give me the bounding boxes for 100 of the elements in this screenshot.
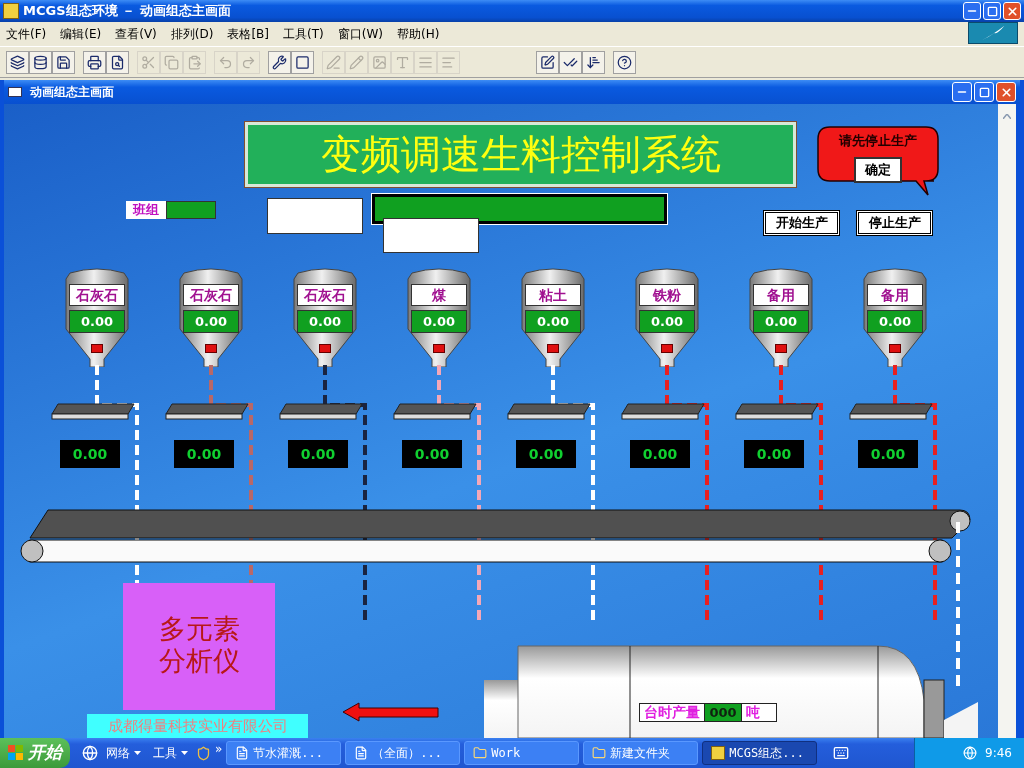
minimize-button[interactable] (952, 82, 972, 102)
toolbar-button[interactable] (559, 50, 582, 74)
list-icon (441, 54, 456, 70)
weight-display: 0.00 (174, 440, 234, 468)
app-icon (3, 3, 19, 19)
folder-icon (592, 746, 607, 760)
feed-rate-display: 0.00 (867, 310, 923, 333)
weight-display: 0.00 (288, 440, 348, 468)
toolbar-button[interactable] (613, 50, 636, 74)
app-icon (711, 746, 726, 760)
feed-rate-display: 0.00 (69, 310, 125, 333)
undo-icon (218, 54, 233, 70)
indicator-light (205, 344, 217, 353)
taskbar-button[interactable]: 新建文件夹 (583, 741, 699, 765)
scrollbar[interactable] (998, 104, 1016, 738)
toolbar-button[interactable] (291, 50, 314, 74)
team-label: 班组 (126, 201, 166, 219)
analyzer-label: 分析仪 (158, 645, 240, 677)
close-icon (1005, 4, 1019, 18)
material-label: 铁粉 (639, 284, 695, 306)
menu-item[interactable]: 工具(T) (283, 25, 324, 43)
indicator-light (433, 344, 445, 353)
menu-item[interactable]: 帮助(H) (396, 25, 440, 43)
indicator-light (775, 344, 787, 353)
weight-display: 0.00 (402, 440, 462, 468)
keyboard-icon[interactable] (833, 745, 850, 761)
production-button[interactable]: 开始生产 (763, 210, 840, 236)
feed-rate-display: 0.00 (639, 310, 695, 333)
weight-display: 0.00 (516, 440, 576, 468)
tools-icon (272, 54, 287, 70)
material-label: 石灰石 (69, 284, 125, 306)
menu-item[interactable]: 表格[B] (227, 25, 269, 43)
document-icon (354, 746, 369, 760)
close-button[interactable] (996, 82, 1016, 102)
close-button[interactable] (1003, 2, 1021, 20)
taskbar-button[interactable]: 节水灌溉... (226, 741, 342, 765)
material-label: 备用 (753, 284, 809, 306)
lines-icon (418, 54, 433, 70)
window-title: MCGS组态环境 － 动画组态主画面 (23, 2, 231, 21)
indicator-light (319, 344, 331, 353)
document-icon (235, 746, 250, 760)
weight-display: 0.00 (744, 440, 804, 468)
database-icon (33, 54, 48, 70)
sort-icon (586, 54, 601, 70)
feed-rate-display: 0.00 (753, 310, 809, 333)
indicator-light (547, 344, 559, 353)
menu-item[interactable]: 窗口(W) (337, 25, 383, 43)
maximize-button[interactable] (974, 82, 994, 102)
toolbar-button[interactable] (106, 50, 129, 74)
toolbar-button[interactable] (6, 50, 29, 74)
maximize-icon (978, 86, 990, 98)
browser-icon[interactable] (82, 745, 98, 761)
shield-icon[interactable] (196, 745, 211, 761)
folder-icon (473, 746, 488, 760)
minimize-button[interactable] (963, 2, 981, 20)
taskbar-button[interactable]: Work (464, 741, 580, 765)
maximize-button[interactable] (983, 2, 1001, 20)
preview-icon (110, 54, 125, 70)
more-chevron[interactable]: » (215, 740, 223, 758)
feed-rate-display: 0.00 (411, 310, 467, 333)
properties-icon (540, 54, 555, 70)
output-unit: 吨 (745, 704, 761, 721)
material-label: 石灰石 (297, 284, 353, 306)
toolbar-button[interactable] (52, 50, 75, 74)
menu-item[interactable]: 文件(F) (6, 25, 47, 43)
paste-icon (187, 54, 202, 70)
company-name: 成都得量科技实业有限公司 (87, 714, 308, 738)
menu-item[interactable]: 查看(V) (115, 25, 157, 43)
child-window-title: 动画组态主画面 (30, 84, 114, 101)
toolbar-button[interactable] (582, 50, 605, 74)
taskbar-button[interactable]: MCGS组态... (702, 741, 818, 765)
toolbar-button[interactable] (268, 50, 291, 74)
material-label: 备用 (867, 284, 923, 306)
menu-item[interactable]: 编辑(E) (60, 25, 102, 43)
logo-icon (968, 22, 1018, 44)
indicator-light (661, 344, 673, 353)
toolbar-menu[interactable]: 工具 (149, 744, 192, 762)
feed-rate-display: 0.00 (297, 310, 353, 333)
toolbar-menu[interactable]: 网络 (102, 744, 145, 762)
weight-display: 0.00 (858, 440, 918, 468)
toolbar-button[interactable] (536, 50, 559, 74)
cut-icon (141, 54, 156, 70)
analyzer-label: 多元素 (158, 613, 240, 645)
confirm-button[interactable]: 确定 (854, 157, 902, 183)
copy-icon (164, 54, 179, 70)
font-icon (395, 54, 410, 70)
toolbar-button[interactable] (29, 50, 52, 74)
network-icon[interactable] (963, 746, 978, 760)
production-button[interactable]: 停止生产 (856, 210, 933, 236)
close-icon (999, 85, 1013, 99)
print-icon (87, 54, 102, 70)
taskbar-button[interactable]: （全面）... (345, 741, 461, 765)
menu-item[interactable]: 排列(D) (170, 25, 214, 43)
output-label: 台时产量 (643, 704, 701, 721)
toolbar-button[interactable] (83, 50, 106, 74)
caret-icon (134, 751, 141, 755)
clock: 9:46 (985, 745, 1012, 762)
feed-rate-display: 0.00 (183, 310, 239, 333)
material-label: 石灰石 (183, 284, 239, 306)
help-icon (617, 54, 632, 70)
